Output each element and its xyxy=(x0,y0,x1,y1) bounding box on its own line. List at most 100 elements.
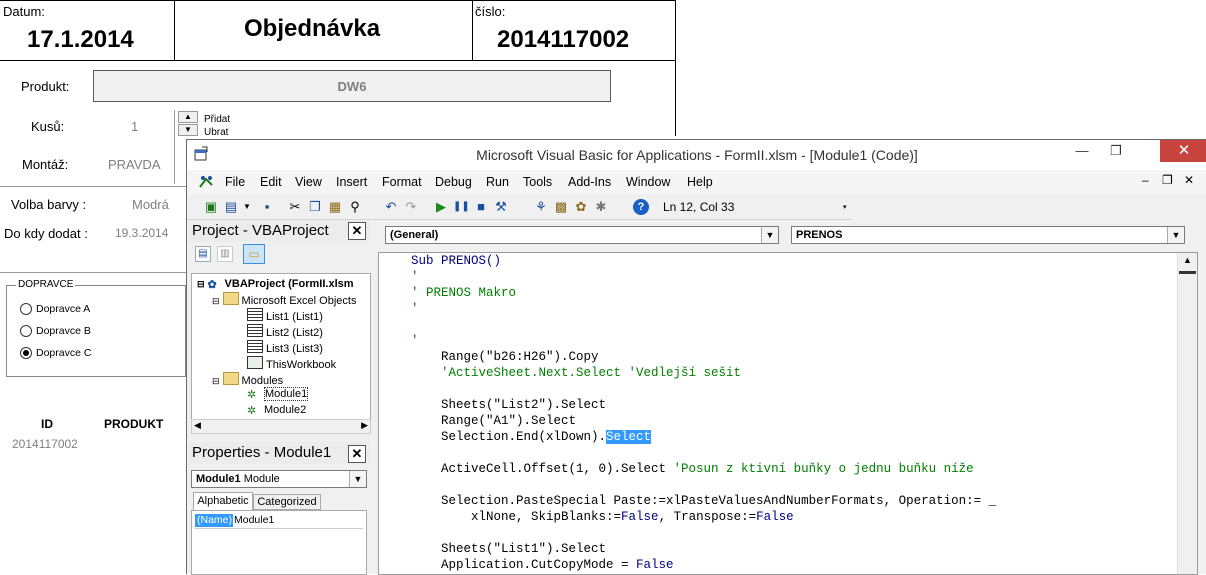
code-vertical-scrollbar[interactable]: ▲ xyxy=(1177,253,1197,574)
code-line-4: ' xyxy=(411,302,419,316)
pridat-label: Přidat xyxy=(204,114,231,125)
menu-format[interactable]: Format xyxy=(382,175,422,189)
code-line-5: ' xyxy=(411,334,419,348)
menu-add-ins[interactable]: Add-Ins xyxy=(568,175,611,189)
menu-help[interactable]: Help xyxy=(687,175,713,189)
code-line-11: ActiveCell.Offset(1, 0).Select 'Posun z … xyxy=(411,462,974,476)
project-tree: ⊟ ✿ VBAProject (FormII.xlsm ⊟ Microsoft Exc… xyxy=(191,273,371,420)
toggle-folders-icon[interactable]: ▭ xyxy=(243,244,265,264)
tree-horizontal-scrollbar[interactable]: ◀ ▶ xyxy=(191,419,371,434)
tree-node-list2[interactable]: List2 (List2) xyxy=(247,324,323,339)
menu-view[interactable]: View xyxy=(295,175,322,189)
tree-node-module1[interactable]: ✲ Module1 xyxy=(247,387,309,401)
menu-run[interactable]: Run xyxy=(486,175,509,189)
copy-icon[interactable]: ❐ xyxy=(307,199,323,215)
project-panel-close-button[interactable]: ✕ xyxy=(348,222,366,240)
object-combo[interactable]: (General) ▼ xyxy=(385,226,779,244)
excel-icon[interactable]: ▣ xyxy=(203,199,219,215)
vba-menu-bar: File Edit View Insert Format Debug Run T… xyxy=(187,170,1206,194)
dopravce-c-radio[interactable] xyxy=(20,347,32,359)
header-divider-2 xyxy=(472,0,473,60)
cut-icon[interactable]: ✂ xyxy=(287,199,303,215)
ubrat-label: Ubrat xyxy=(204,127,229,138)
properties-window-icon[interactable]: ▩ xyxy=(553,199,569,215)
dopravce-a-radio[interactable] xyxy=(20,303,32,315)
menu-debug[interactable]: Debug xyxy=(435,175,472,189)
properties-panel-title: Properties - Module1 xyxy=(189,442,369,464)
folder-icon xyxy=(222,372,239,385)
produkt-label: Produkt: xyxy=(21,79,70,94)
tree-node-modules[interactable]: ⊟ Modules xyxy=(212,372,283,387)
vba-title-bar[interactable]: Microsoft Visual Basic for Applications … xyxy=(187,140,1206,170)
combo-dropdown-icon[interactable]: ▼ xyxy=(349,471,366,487)
properties-object-combo[interactable]: Module1 Module ▼ xyxy=(191,470,367,488)
props-combo-type: Module xyxy=(243,473,280,485)
object-combo-value: (General) xyxy=(390,229,439,241)
run-icon[interactable]: ▶ xyxy=(433,199,449,215)
dopravce-b-label: Dopravce B xyxy=(36,325,91,337)
menu-file[interactable]: File xyxy=(225,175,245,189)
combo-dropdown-icon[interactable]: ▼ xyxy=(761,227,778,243)
scroll-left-icon[interactable]: ◀ xyxy=(194,420,201,431)
spin-down-button[interactable]: ▼ xyxy=(178,124,198,136)
maximize-button[interactable]: ❐ xyxy=(1101,142,1131,162)
code-line-13-c: , Transpose:= xyxy=(658,510,757,524)
find-icon[interactable]: ⚲ xyxy=(347,199,363,215)
cislo-label: číslo: xyxy=(475,4,506,19)
cursor-position: Ln 12, Col 33 xyxy=(663,200,735,214)
design-mode-icon[interactable]: ⚒ xyxy=(493,199,509,215)
sheet-icon xyxy=(247,340,263,353)
properties-panel-close-button[interactable]: ✕ xyxy=(348,445,366,463)
paste-icon[interactable]: ▦ xyxy=(327,199,343,215)
tree-node-excel-objects[interactable]: ⊟ Microsoft Excel Objects xyxy=(212,292,356,307)
child-minimize-button[interactable]: – xyxy=(1142,173,1149,187)
tree-node-module2[interactable]: ✲ Module2 xyxy=(247,404,306,417)
menu-edit[interactable]: Edit xyxy=(260,175,282,189)
child-close-button[interactable]: ✕ xyxy=(1184,173,1194,187)
module-icon: ✲ xyxy=(247,405,257,417)
toolbox-icon[interactable]: ✱ xyxy=(593,199,609,215)
scroll-up-icon[interactable]: ▲ xyxy=(1183,255,1192,265)
prop-name-key[interactable]: (Name) xyxy=(195,514,233,527)
save-icon[interactable]: ▪ xyxy=(259,199,275,215)
tree-node-thisworkbook[interactable]: ThisWorkbook xyxy=(247,356,336,371)
barva-value: Modrá xyxy=(132,197,169,212)
procedure-combo[interactable]: PRENOS ▼ xyxy=(791,226,1185,244)
menu-tools[interactable]: Tools xyxy=(523,175,552,189)
undo-icon[interactable]: ↶ xyxy=(383,199,399,215)
spin-up-button[interactable]: ▲ xyxy=(178,111,198,123)
dopravce-title: DOPRAVCE xyxy=(16,279,76,290)
insert-userform-icon[interactable]: ▤ xyxy=(223,199,239,215)
tree-node-list1[interactable]: List1 (List1) xyxy=(247,308,323,323)
dropdown-arrow-icon[interactable]: ▼ xyxy=(239,199,255,215)
minimize-button[interactable]: — xyxy=(1067,142,1097,162)
close-button[interactable]: ✕ xyxy=(1160,140,1206,162)
datum-value: 17.1.2014 xyxy=(27,26,134,53)
child-restore-button[interactable]: ❐ xyxy=(1162,173,1173,187)
dopravce-b-radio[interactable] xyxy=(20,325,32,337)
redo-icon[interactable]: ↷ xyxy=(403,199,419,215)
menu-window[interactable]: Window xyxy=(626,175,670,189)
object-browser-icon[interactable]: ✿ xyxy=(573,199,589,215)
workbook-icon xyxy=(247,356,263,369)
view-object-icon[interactable]: ▥ xyxy=(217,246,233,262)
menu-insert[interactable]: Insert xyxy=(336,175,367,189)
prop-name-value[interactable]: Module1 xyxy=(234,514,274,527)
help-icon[interactable]: ? xyxy=(633,199,649,215)
reset-icon[interactable]: ■ xyxy=(473,199,489,215)
produkt-field[interactable]: DW6 xyxy=(93,70,611,102)
combo-dropdown-icon[interactable]: ▼ xyxy=(1167,227,1184,243)
kusu-label: Kusů: xyxy=(31,119,65,134)
split-bar[interactable] xyxy=(1179,271,1196,274)
tab-alphabetic[interactable]: Alphabetic xyxy=(193,492,253,510)
module-icon[interactable] xyxy=(197,173,215,191)
tree-node-list3[interactable]: List3 (List3) xyxy=(247,340,323,355)
project-explorer-icon[interactable]: ⚘ xyxy=(533,199,549,215)
tree-node-root[interactable]: ⊟ ✿ VBAProject (FormII.xlsm xyxy=(197,278,354,291)
tab-categorized[interactable]: Categorized xyxy=(253,494,321,510)
code-editor[interactable]: Sub PRENOS() ' ' PRENOS Makro ' ' Range(… xyxy=(378,252,1198,575)
view-code-icon[interactable]: ▤ xyxy=(195,246,211,262)
scroll-right-icon[interactable]: ▶ xyxy=(361,420,368,431)
break-icon[interactable]: ❚❚ xyxy=(453,199,470,215)
toolbar-overflow-icon[interactable]: ▾ xyxy=(843,203,851,217)
